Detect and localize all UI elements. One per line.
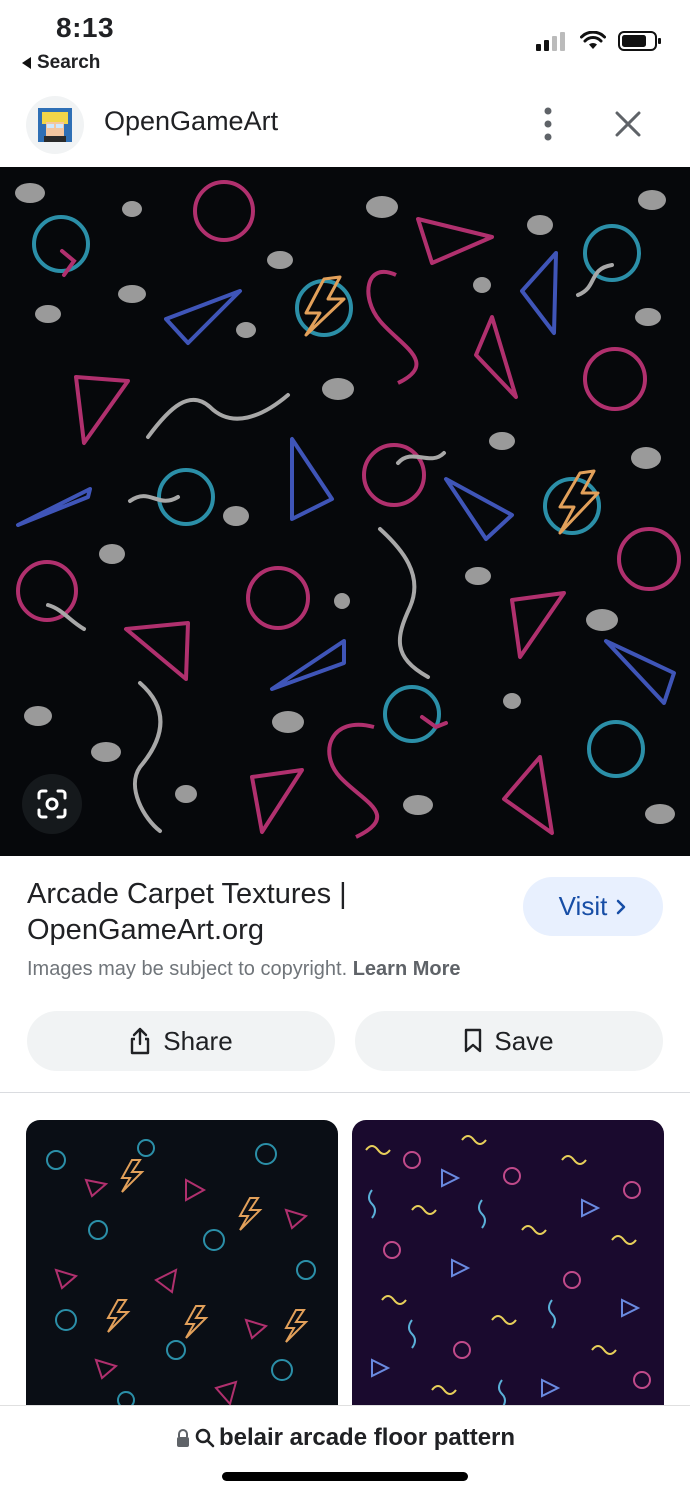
back-arrow-icon	[22, 57, 31, 69]
copyright-notice: Images may be subject to copyright. Lear…	[27, 958, 461, 981]
share-button[interactable]: Share	[27, 1011, 335, 1071]
wifi-icon	[580, 31, 606, 49]
related-pattern-2	[365, 1135, 651, 1409]
more-options-icon[interactable]	[532, 104, 564, 144]
search-query-bar[interactable]: belair arcade floor pattern	[0, 1424, 690, 1452]
visit-label: Visit	[558, 891, 608, 921]
bottom-search-bar: belair arcade floor pattern	[0, 1405, 690, 1494]
share-icon	[131, 1027, 150, 1055]
battery-icon	[618, 31, 661, 51]
search-query-text: belair arcade floor pattern	[218, 1424, 516, 1451]
site-favicon	[26, 96, 84, 154]
close-icon[interactable]	[608, 104, 648, 144]
copyright-text: Images may be subject to copyright.	[27, 958, 348, 980]
google-lens-button[interactable]	[22, 774, 82, 834]
lock-icon	[176, 1429, 189, 1447]
result-title[interactable]: Arcade Carpet Textures | OpenGameArt.org	[27, 876, 497, 948]
section-divider	[0, 1092, 690, 1093]
page-header: OpenGameArt	[0, 84, 690, 166]
visit-button[interactable]: Visit	[523, 877, 663, 936]
status-bar: 8:13 Search	[0, 0, 690, 82]
bookmark-icon	[465, 1028, 482, 1053]
back-to-search-link[interactable]: Search	[22, 52, 100, 74]
lens-camera-icon	[37, 789, 67, 819]
home-indicator	[222, 1472, 468, 1481]
system-icons	[536, 30, 662, 52]
cellular-signal-icon	[536, 32, 565, 51]
save-label: Save	[494, 1025, 554, 1056]
save-button[interactable]: Save	[355, 1011, 663, 1071]
site-name: OpenGameArt	[104, 106, 279, 136]
status-time: 8:13	[56, 12, 115, 43]
search-icon	[195, 1428, 215, 1448]
share-label: Share	[163, 1025, 233, 1056]
learn-more-link[interactable]: Learn More	[353, 958, 461, 980]
result-image[interactable]	[0, 167, 690, 856]
related-image-thumbnail[interactable]	[352, 1120, 664, 1420]
related-pattern-1	[46, 1139, 316, 1409]
back-label: Search	[37, 52, 101, 73]
opengameart-logo-icon	[38, 108, 72, 142]
related-image-thumbnail[interactable]	[26, 1120, 338, 1420]
arcade-carpet-pattern	[15, 180, 681, 839]
chevron-right-icon	[617, 899, 626, 914]
